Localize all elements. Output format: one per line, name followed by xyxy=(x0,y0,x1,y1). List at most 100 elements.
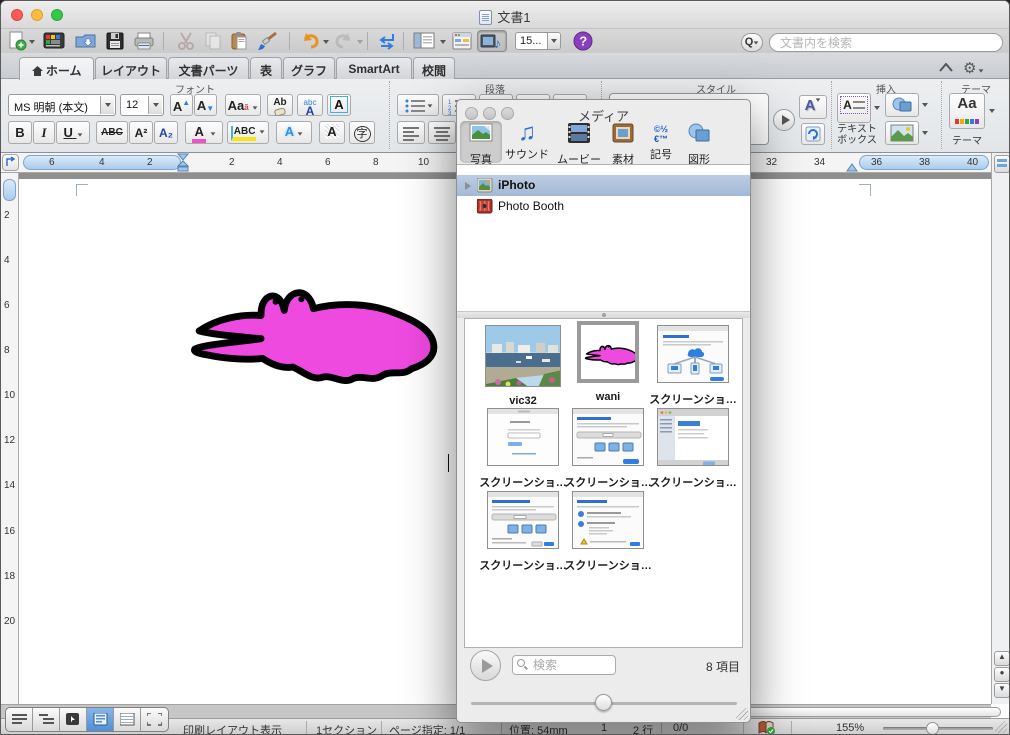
publishing-layout-view-button[interactable] xyxy=(60,708,87,731)
draft-view-button[interactable] xyxy=(6,708,33,731)
show-formatting-marks-button[interactable] xyxy=(377,31,399,51)
vertical-scrollbar[interactable]: ▲ ● ▼ xyxy=(991,153,1009,704)
browse-object-button[interactable]: ● xyxy=(994,667,1009,682)
highlight-color-button[interactable]: ABC xyxy=(227,121,269,144)
copy-button[interactable] xyxy=(203,31,223,51)
thumbnail-screenshot-2[interactable]: スクリーンショ… xyxy=(479,408,567,490)
vertical-ruler[interactable]: 2 4 6 8 10 12 14 16 18 20 xyxy=(1,173,19,704)
search-scope-button[interactable]: Q xyxy=(741,33,763,52)
tab-stop-selector[interactable] xyxy=(2,154,19,171)
shrink-font-button[interactable]: A▼ xyxy=(194,94,217,116)
tab-table[interactable]: 表 xyxy=(250,57,282,79)
palette-tab-movies[interactable]: ムービー xyxy=(555,122,603,167)
cut-button[interactable] xyxy=(175,31,197,51)
bold-button[interactable]: B xyxy=(8,121,32,144)
browse-previous-button[interactable]: ▲ xyxy=(994,651,1009,666)
sidebar-view-button[interactable] xyxy=(413,31,437,51)
new-document-dropdown-arrow[interactable] xyxy=(29,40,35,44)
phonetic-guide-button[interactable]: abc A xyxy=(297,94,323,117)
redo-dropdown-arrow[interactable] xyxy=(357,40,363,44)
tab-layout[interactable]: レイアウト xyxy=(95,57,167,79)
redo-button[interactable] xyxy=(333,31,355,51)
gallery-button[interactable] xyxy=(43,31,65,51)
palette-tab-clipart[interactable]: 素材 xyxy=(605,122,641,167)
font-size-combo[interactable]: 12 xyxy=(120,94,164,116)
palette-tab-symbols[interactable]: ©½ €™ 記号 xyxy=(643,122,679,162)
palette-tab-audio[interactable]: ♫ サウンド xyxy=(503,121,551,162)
font-name-dropdown-arrow[interactable] xyxy=(100,96,114,114)
focus-view-button[interactable] xyxy=(141,708,168,731)
source-iphoto[interactable]: iPhoto xyxy=(457,175,750,196)
thumbnail-screenshot-6[interactable]: スクリーンショ… xyxy=(564,491,652,573)
subscript-button[interactable]: A₂ xyxy=(154,121,178,144)
new-document-button[interactable] xyxy=(7,31,27,51)
spellcheck-status-icon[interactable] xyxy=(757,720,777,734)
paste-button[interactable] xyxy=(229,31,249,51)
textbox-dropdown-arrow[interactable] xyxy=(874,106,880,110)
outline-view-button[interactable] xyxy=(33,708,60,731)
font-name-combo[interactable]: MS 明朝 (本文) xyxy=(8,94,116,116)
thumbnail-screenshot-5[interactable]: スクリーンショ… xyxy=(479,491,567,573)
character-shading-button[interactable]: A xyxy=(319,121,345,144)
insert-picture-button[interactable] xyxy=(885,121,919,145)
document-search-input[interactable] xyxy=(769,33,1003,52)
tab-review[interactable]: 校閲 xyxy=(413,57,455,79)
zoom-combo[interactable]: 15... xyxy=(515,32,561,50)
palette-tab-shapes[interactable]: 図形 xyxy=(681,122,717,167)
thumbnail-screenshot-4[interactable]: スクリーンショ… xyxy=(649,408,737,490)
browse-next-button[interactable]: ▼ xyxy=(994,683,1009,698)
insert-shape-button[interactable] xyxy=(885,93,919,117)
sidebar-view-dropdown-arrow[interactable] xyxy=(440,40,446,44)
text-effects-button[interactable]: A xyxy=(276,121,312,144)
align-center-button[interactable] xyxy=(428,121,456,144)
enclose-characters-button[interactable]: 字 xyxy=(349,121,375,144)
style-gallery-expand-button[interactable] xyxy=(773,109,795,131)
palette-resize-grip[interactable] xyxy=(736,708,748,720)
media-search-input[interactable] xyxy=(512,655,616,675)
print-layout-view-button[interactable] xyxy=(87,708,114,731)
tab-smartart[interactable]: SmartArt xyxy=(336,57,412,79)
tab-chart[interactable]: グラフ xyxy=(283,57,335,79)
font-color-button[interactable]: A xyxy=(185,121,223,144)
underline-button[interactable]: U xyxy=(56,121,90,144)
tab-document-parts[interactable]: 文書パーツ xyxy=(168,57,249,79)
window-resize-grip[interactable] xyxy=(995,721,1007,733)
gear-menu-button[interactable]: ⚙ xyxy=(963,59,984,77)
toolbox-button[interactable] xyxy=(451,31,473,51)
manage-styles-button[interactable] xyxy=(801,123,825,145)
undo-button[interactable] xyxy=(299,31,321,51)
bullet-list-button[interactable] xyxy=(397,94,439,116)
media-browser-button[interactable]: ♪ xyxy=(477,30,507,52)
thumbnail-size-slider-thumb[interactable] xyxy=(595,694,612,711)
font-size-dropdown-arrow[interactable] xyxy=(148,96,162,114)
tab-home[interactable]: ホーム xyxy=(19,57,94,80)
strikethrough-button[interactable]: ABC xyxy=(96,121,128,144)
clear-formatting-button[interactable]: Ab xyxy=(267,94,293,117)
play-button[interactable] xyxy=(470,650,501,681)
disclosure-triangle-icon[interactable] xyxy=(465,182,471,190)
insert-textbox-button[interactable]: A xyxy=(837,93,871,123)
superscript-button[interactable]: A² xyxy=(129,121,153,144)
ruler-toggle-button[interactable] xyxy=(994,155,1009,173)
themes-dropdown-arrow[interactable] xyxy=(989,109,995,113)
thumbnail-vic32[interactable]: vic32 xyxy=(479,325,567,407)
source-photo-booth[interactable]: Photo Booth xyxy=(457,196,750,217)
change-case-button[interactable]: Aaã xyxy=(225,94,261,116)
character-border-button[interactable]: A xyxy=(327,94,351,116)
print-button[interactable] xyxy=(133,31,155,51)
italic-button[interactable]: I xyxy=(33,121,55,144)
thumbnail-wani[interactable]: wani xyxy=(564,321,652,403)
themes-button[interactable]: Aa xyxy=(949,93,985,129)
text-effect-styles-button[interactable]: A xyxy=(799,95,827,119)
notebook-layout-view-button[interactable] xyxy=(114,708,141,731)
grow-font-button[interactable]: A▲ xyxy=(170,94,193,116)
save-button[interactable] xyxy=(105,31,125,51)
open-button[interactable] xyxy=(75,31,97,51)
zoom-slider-thumb[interactable] xyxy=(926,722,939,734)
page-status[interactable]: ページ指定: 1/1 xyxy=(389,722,465,734)
undo-dropdown-arrow[interactable] xyxy=(323,40,329,44)
thumbnail-screenshot-1[interactable]: スクリーンショ… xyxy=(649,325,737,407)
align-left-button[interactable] xyxy=(397,121,425,144)
help-button[interactable]: ? xyxy=(573,31,593,51)
picture-dropdown-arrow[interactable] xyxy=(922,131,928,135)
